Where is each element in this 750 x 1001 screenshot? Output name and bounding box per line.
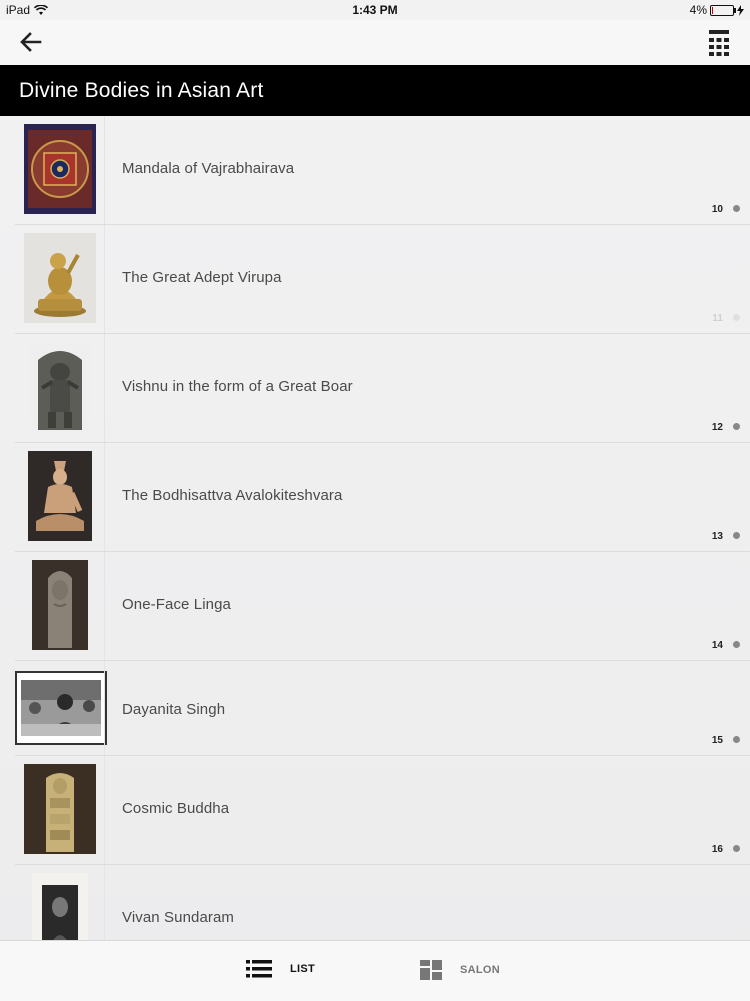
artwork-thumbnail (23, 233, 97, 323)
item-title: Vishnu in the form of a Great Boar (122, 378, 353, 395)
list-view-icon (246, 960, 272, 978)
list-item-cosmic-buddha[interactable]: Cosmic Buddha 16 (15, 756, 750, 865)
status-dot (733, 423, 740, 430)
bottom-tab-bar: LIST SALON (0, 940, 750, 1001)
list-item-bodhisattva-avalokiteshvara[interactable]: The Bodhisattva Avalokiteshvara 13 (15, 443, 750, 552)
item-title: Mandala of Vajrabhairava (122, 160, 295, 177)
battery-percent: 4% (689, 3, 707, 17)
artwork-thumbnail (15, 671, 107, 745)
salon-view-icon (420, 960, 442, 980)
list-item-vishnu-great-boar[interactable]: Vishnu in the form of a Great Boar 12 (15, 334, 750, 443)
keypad-button[interactable] (706, 28, 732, 58)
list-item-mandala-of-vajrabhairava[interactable]: Mandala of Vajrabhairava 10 (15, 116, 750, 225)
tab-salon-label: SALON (460, 964, 500, 976)
photograph-image (21, 680, 101, 736)
list-item-vivan-sundaram[interactable]: Vivan Sundaram 17 (15, 865, 750, 940)
page-title: Divine Bodies in Asian Art (19, 79, 264, 102)
keypad-icon (709, 30, 729, 56)
status-dot (733, 205, 740, 212)
back-button[interactable] (16, 28, 46, 58)
linga-sculpture-image (32, 560, 88, 650)
artwork-thumbnail (23, 560, 97, 650)
tab-salon[interactable]: SALON (420, 960, 500, 980)
item-number: 13 (711, 531, 723, 542)
list-item-one-face-linga[interactable]: One-Face Linga 14 (15, 552, 750, 661)
status-dot (733, 736, 740, 743)
item-number: 15 (711, 735, 723, 746)
item-number: 12 (711, 422, 723, 433)
status-dot (733, 641, 740, 648)
artwork-thumbnail (23, 342, 97, 432)
battery-level (712, 6, 713, 14)
virupa-statue-image (24, 233, 96, 323)
status-time: 1:43 PM (352, 3, 398, 17)
item-title: Vivan Sundaram (122, 909, 235, 926)
status-bar: iPad 1:43 PM 4% (0, 0, 750, 20)
back-arrow-icon (20, 32, 42, 52)
title-bar: Divine Bodies in Asian Art (0, 65, 750, 116)
artwork-thumbnail (23, 124, 97, 214)
item-title: One-Face Linga (122, 596, 231, 613)
status-dot (733, 314, 740, 321)
artwork-thumbnail (23, 873, 97, 940)
item-number: 11 (712, 313, 723, 324)
tab-list-label: LIST (290, 963, 316, 975)
artwork-list[interactable]: Mandala of Vajrabhairava 10 The Great Ad… (0, 116, 750, 940)
item-title: The Bodhisattva Avalokiteshvara (122, 487, 343, 504)
item-number: 10 (711, 204, 723, 215)
item-number: 14 (711, 640, 723, 651)
list-item-dayanita-singh[interactable]: Dayanita Singh 15 (15, 661, 750, 756)
item-number: 16 (711, 844, 723, 855)
list-item-the-great-adept-virupa[interactable]: The Great Adept Virupa 11 (15, 225, 750, 334)
cosmic-buddha-image (24, 764, 96, 854)
item-title: Cosmic Buddha (122, 800, 230, 817)
status-dot (733, 532, 740, 539)
item-title: Dayanita Singh (122, 701, 226, 718)
vishnu-sculpture-image (30, 342, 90, 432)
item-title: The Great Adept Virupa (122, 269, 282, 286)
nav-bar (0, 20, 750, 65)
charging-icon (737, 4, 744, 16)
artwork-thumbnail (23, 764, 97, 854)
vivan-sundaram-image (32, 873, 88, 940)
tab-list[interactable]: LIST (246, 960, 315, 978)
mandala-image (24, 124, 96, 214)
artwork-thumbnail (23, 451, 97, 541)
battery-icon (710, 4, 736, 16)
bodhisattva-statue-image (28, 451, 92, 541)
status-dot (733, 845, 740, 852)
